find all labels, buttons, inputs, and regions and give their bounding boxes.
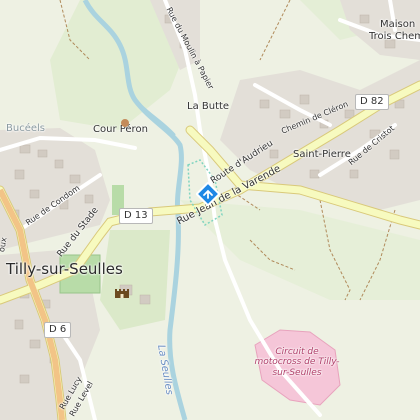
place-label-la-butte: La Butte (187, 101, 230, 112)
place-label-trois-chem: Trois Chem (369, 31, 420, 42)
place-label-buceels: Bucéels (6, 123, 45, 134)
road-shield-d13: D 13 (119, 208, 153, 224)
diamond-arrow-icon[interactable] (195, 181, 221, 207)
place-label-saint-pierre: Saint-Pierre (293, 149, 351, 160)
map-view[interactable]: Tilly-sur-Seulles La Butte Cour Péron Sa… (0, 0, 420, 420)
road-shield-d6: D 6 (44, 322, 72, 338)
place-label-tilly: Tilly-sur-Seulles (6, 260, 123, 278)
place-label-maison: Maison (380, 19, 416, 30)
castle-icon[interactable] (114, 284, 130, 298)
tree-icon (120, 113, 130, 127)
poi-label-circuit: Circuit de motocross de Tilly-sur-Seulle… (254, 347, 340, 378)
road-shield-d82: D 82 (355, 94, 389, 110)
